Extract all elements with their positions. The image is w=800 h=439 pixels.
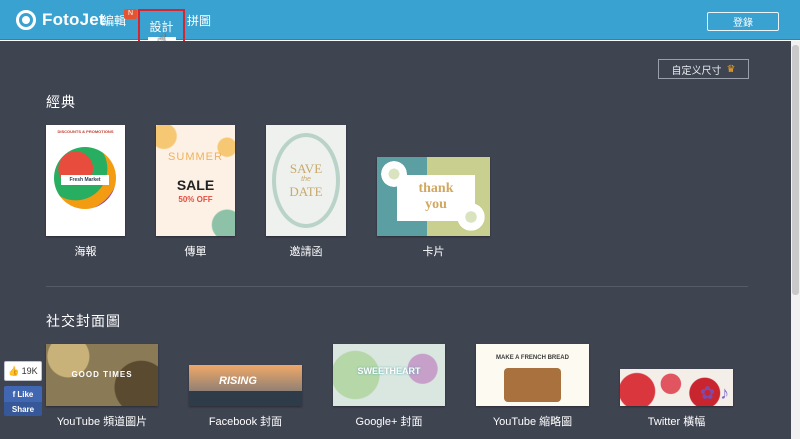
fotojet-logo[interactable]: FotoJet [16,10,105,30]
flyer-thumbnail[interactable]: SUMMER SALE 50% OFF [156,125,235,236]
facebook-like-button[interactable]: f Like [4,386,42,402]
bread-photo [504,368,561,402]
facebook-icon: f [12,389,16,399]
top-bar: FotoJet 編輯 N 設計 拼圖 登錄 [0,0,800,52]
template-label: 海報 [74,246,97,258]
googleplus-cover-thumbnail[interactable]: SWEETHEART [333,344,445,406]
invitation-thumb-sub: DATE [289,184,323,199]
city-skyline [189,391,302,406]
poster-thumb-sub: Fresh Market [61,175,109,185]
custom-size-button[interactable]: 自定义尺寸 ♛ [658,59,749,79]
poster-thumbnail[interactable]: DISCOUNTS & PROMOTIONS Fresh Market [46,125,125,236]
facebook-share-button[interactable]: Share [4,402,42,416]
section-title-social: 社交封面圖 [46,313,121,329]
youtube-channel-thumbnail[interactable]: GOOD TIMES [46,344,158,406]
nav-edit[interactable]: 編輯 [102,0,126,40]
poster-thumb-text: DISCOUNTS & PROMOTIONS [57,129,114,134]
template-label: 卡片 [422,246,445,258]
flyer-thumb-text: SUMMER [168,151,223,163]
card-thumb-text: thank [418,181,454,196]
crown-icon: ♛ [726,63,736,75]
watermark-logo: ✿ ♪ [700,383,730,403]
template-label: Facebook 封面 [208,416,283,428]
facebook-cover-thumb-text: RISING [219,375,257,387]
template-label: YouTube 縮略圖 [492,416,573,428]
invitation-thumb-mid: the [301,176,311,183]
facebook-social-widget: 👍 19K f Like Share [4,361,42,416]
invitation-thumbnail[interactable]: SAVE the DATE [266,125,346,236]
scrollbar-thumb[interactable] [792,45,799,295]
flyer-thumb-extra: 50% OFF [178,195,213,204]
thumbs-up-icon: 👍 [8,365,20,376]
facebook-cover-thumbnail[interactable]: RISING [189,365,302,406]
template-label: 邀請函 [289,246,323,258]
template-label: YouTube 頻道圖片 [56,416,148,428]
section-divider [46,286,748,287]
card-thumb-sub: you [425,197,447,212]
template-label: Twitter 橫幅 [647,416,706,428]
card-thumbnail[interactable]: thank you [377,157,490,236]
like-count-box: 👍 19K [4,361,42,381]
section-title-classic: 經典 [46,94,76,110]
invitation-thumb-text: SAVE [289,161,323,176]
new-badge: N [124,9,137,19]
like-label: Like [17,389,34,399]
flyer-thumb-sub: SALE [176,177,215,193]
youtube-channel-thumb-text: GOOD TIMES [71,370,133,379]
logo-icon [16,10,36,30]
custom-size-label: 自定义尺寸 [671,65,722,77]
logo-text: FotoJet [42,10,105,29]
template-label: Google+ 封面 [355,416,423,428]
youtube-thumbnail-thumbnail[interactable]: MAKE A FRENCH BREAD [476,344,589,406]
template-label: 傳單 [184,246,207,258]
scrollbar[interactable] [791,41,800,439]
nav-collage[interactable]: 拼圖 [187,0,211,40]
like-count: 19K [21,366,38,376]
youtube-thumbnail-thumb-text: MAKE A FRENCH BREAD [496,355,569,361]
login-button[interactable]: 登錄 [707,12,779,31]
googleplus-cover-thumb-text: SWEETHEART [357,366,421,376]
